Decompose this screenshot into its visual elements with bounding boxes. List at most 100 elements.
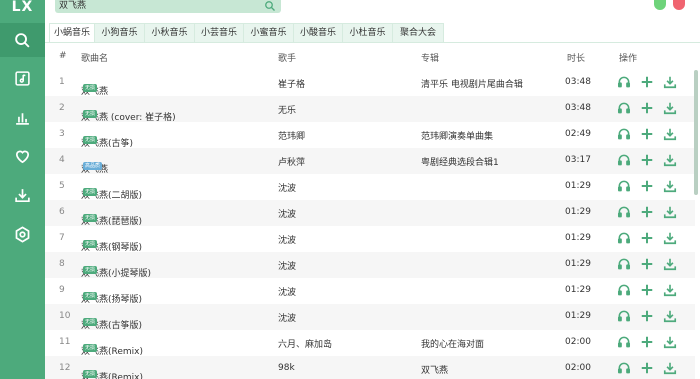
add-icon[interactable] bbox=[640, 101, 654, 115]
nav-download-button[interactable] bbox=[0, 178, 45, 212]
col-album[interactable]: 专辑 bbox=[421, 51, 439, 64]
singer-name: 沈波 bbox=[278, 210, 297, 220]
table-row[interactable]: 7 双飞燕(钢琴版) 无损 沈波 01:29 bbox=[45, 226, 695, 253]
table-row[interactable]: 4 双飞燕 高品质 卢秋萍 粤剧经典选段合辑1 03:17 bbox=[45, 148, 695, 175]
row-actions bbox=[617, 283, 677, 297]
col-duration[interactable]: 时长 bbox=[567, 51, 585, 64]
headphones-icon[interactable] bbox=[617, 101, 631, 115]
headphones-icon[interactable] bbox=[617, 127, 631, 141]
add-icon[interactable] bbox=[640, 75, 654, 89]
headphones-icon[interactable] bbox=[617, 153, 631, 167]
nav-leaderboard-button[interactable] bbox=[0, 100, 45, 134]
duration: 01:29 bbox=[565, 285, 591, 295]
quality-badge: 无损 bbox=[83, 370, 98, 378]
row-actions bbox=[617, 75, 677, 89]
add-icon[interactable] bbox=[640, 283, 654, 297]
row-number: 12 bbox=[59, 363, 71, 373]
add-icon[interactable] bbox=[640, 153, 654, 167]
row-actions bbox=[617, 257, 677, 271]
table-row[interactable]: 9 双飞燕(扬琴版) 无损 沈波 01:29 bbox=[45, 278, 695, 305]
headphones-icon[interactable] bbox=[617, 179, 631, 193]
col-num: # bbox=[59, 51, 67, 61]
download-icon[interactable] bbox=[663, 335, 677, 349]
tab-source-2[interactable]: 小狗音乐 bbox=[94, 23, 145, 43]
download-icon[interactable] bbox=[663, 205, 677, 219]
add-icon[interactable] bbox=[640, 257, 654, 271]
album-name: 清平乐 电视剧片尾曲合辑 bbox=[421, 80, 523, 90]
tab-source-4[interactable]: 小芸音乐 bbox=[194, 23, 244, 43]
download-icon[interactable] bbox=[663, 153, 677, 167]
tab-source-6[interactable]: 小酸音乐 bbox=[293, 23, 343, 43]
row-number: 8 bbox=[59, 259, 65, 269]
singer-name: 沈波 bbox=[278, 236, 297, 246]
table-row[interactable]: 6 双飞燕(琵琶版) 无损 沈波 01:29 bbox=[45, 200, 695, 227]
download-icon[interactable] bbox=[663, 127, 677, 141]
tab-source-3[interactable]: 小秋音乐 bbox=[144, 23, 195, 43]
headphones-icon[interactable] bbox=[617, 231, 631, 245]
search-input[interactable]: 双飞燕 bbox=[55, 0, 281, 13]
scrollbar[interactable] bbox=[694, 70, 698, 195]
row-actions bbox=[617, 231, 677, 245]
row-actions bbox=[617, 361, 677, 375]
singer-name: 范玮卿 bbox=[278, 132, 306, 142]
tab-source-1[interactable]: 小蜗音乐 bbox=[49, 23, 95, 43]
headphones-icon[interactable] bbox=[617, 205, 631, 219]
col-name[interactable]: 歌曲名 bbox=[81, 51, 108, 64]
add-icon[interactable] bbox=[640, 179, 654, 193]
row-actions bbox=[617, 335, 677, 349]
row-actions bbox=[617, 127, 677, 141]
download-icon[interactable] bbox=[663, 101, 677, 115]
add-icon[interactable] bbox=[640, 127, 654, 141]
table-row[interactable]: 10 双飞燕(古筝版) 无损 沈波 01:29 bbox=[45, 304, 695, 331]
table-row[interactable]: 12 双飞燕(Remix) 无损 98k 双飞燕 02:00 bbox=[45, 356, 695, 379]
table-row[interactable]: 2 双飞燕 (cover: 崔子格) 无损 无乐 03:48 bbox=[45, 96, 695, 123]
nav-favorites-button[interactable] bbox=[0, 139, 45, 173]
download-icon[interactable] bbox=[663, 75, 677, 89]
search-submit-icon[interactable] bbox=[264, 0, 276, 12]
table-row[interactable]: 5 双飞燕(二胡版) 无损 沈波 01:29 bbox=[45, 174, 695, 201]
row-actions bbox=[617, 205, 677, 219]
tab-source-7[interactable]: 小杜音乐 bbox=[342, 23, 393, 43]
sidebar: LX bbox=[0, 0, 45, 379]
nav-song-list-button[interactable] bbox=[0, 61, 45, 95]
row-number: 2 bbox=[59, 103, 65, 113]
add-icon[interactable] bbox=[640, 231, 654, 245]
add-icon[interactable] bbox=[640, 335, 654, 349]
album-name: 我的心在海对面 bbox=[421, 340, 485, 350]
row-actions bbox=[617, 101, 677, 115]
row-number: 3 bbox=[59, 129, 65, 139]
table-row[interactable]: 11 双飞燕(Remix) 无损 六月、麻加岛 我的心在海对面 02:00 bbox=[45, 330, 695, 357]
nav-settings-button[interactable] bbox=[0, 217, 45, 251]
download-icon[interactable] bbox=[663, 231, 677, 245]
download-icon[interactable] bbox=[663, 283, 677, 297]
add-icon[interactable] bbox=[640, 205, 654, 219]
headphones-icon[interactable] bbox=[617, 361, 631, 375]
music-list-icon bbox=[15, 70, 30, 86]
headphones-icon[interactable] bbox=[617, 257, 631, 271]
download-icon[interactable] bbox=[663, 257, 677, 271]
download-icon[interactable] bbox=[663, 361, 677, 375]
download-icon bbox=[15, 188, 30, 202]
table-row[interactable]: 1 双飞燕 无损 崔子格 清平乐 电视剧片尾曲合辑 03:48 bbox=[45, 70, 695, 97]
download-icon[interactable] bbox=[663, 309, 677, 323]
nav-search-button[interactable] bbox=[0, 23, 45, 57]
tab-aggregate[interactable]: 聚合大会 bbox=[392, 23, 444, 43]
app-logo: LX bbox=[11, 0, 34, 15]
table-row[interactable]: 8 双飞燕(小提琴版) 无损 沈波 01:29 bbox=[45, 252, 695, 279]
album-name: 粤剧经典选段合辑1 bbox=[421, 158, 499, 168]
col-singer[interactable]: 歌手 bbox=[278, 51, 296, 64]
tab-source-5[interactable]: 小蜜音乐 bbox=[243, 23, 294, 43]
quality-badge: 无损 bbox=[83, 136, 98, 144]
download-icon[interactable] bbox=[663, 179, 677, 193]
headphones-icon[interactable] bbox=[617, 335, 631, 349]
table-row[interactable]: 3 双飞燕(古筝) 无损 范玮卿 范玮卿演奏单曲集 02:49 bbox=[45, 122, 695, 149]
headphones-icon[interactable] bbox=[617, 309, 631, 323]
add-icon[interactable] bbox=[640, 361, 654, 375]
headphones-icon[interactable] bbox=[617, 283, 631, 297]
headphones-icon[interactable] bbox=[617, 75, 631, 89]
row-number: 1 bbox=[59, 77, 65, 87]
add-icon[interactable] bbox=[640, 309, 654, 323]
search-input-value: 双飞燕 bbox=[59, 1, 87, 11]
duration: 02:00 bbox=[565, 337, 591, 347]
row-number: 7 bbox=[59, 233, 65, 243]
